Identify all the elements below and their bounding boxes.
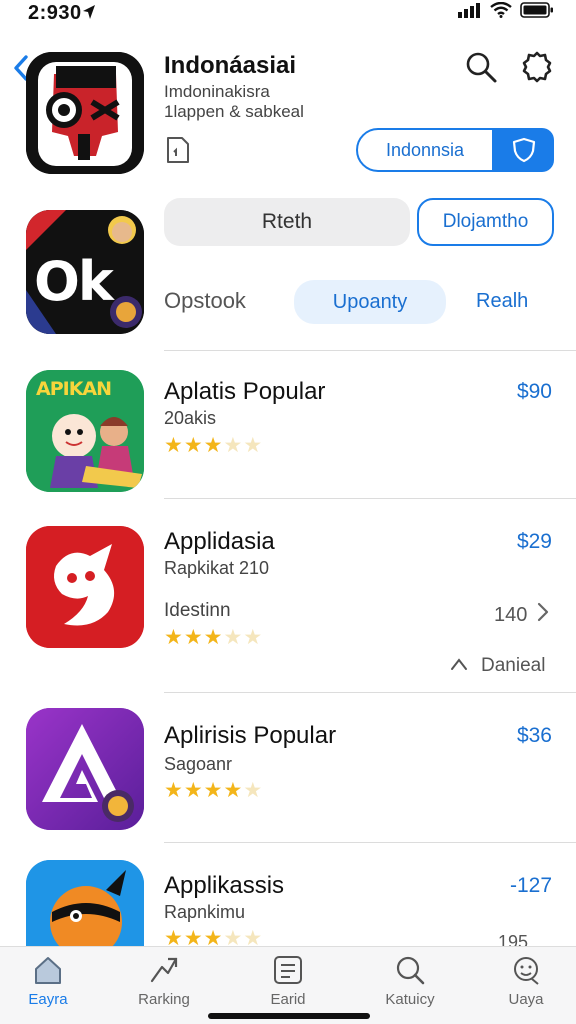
price-button[interactable]: $36 <box>517 724 552 748</box>
search-button[interactable] <box>462 48 500 86</box>
chevron-up-icon <box>450 656 468 677</box>
star-filled-icon: ★ <box>183 434 203 457</box>
app-subtitle: Rapkikat 210 <box>164 558 270 578</box>
search-icon <box>466 52 497 83</box>
app-icon-4[interactable] <box>26 860 144 946</box>
star-empty-icon: ★ <box>243 434 263 457</box>
star-filled-icon: ★ <box>203 434 223 457</box>
gear-icon <box>522 51 552 83</box>
tab-label: Uaya <box>508 991 544 1008</box>
filter-pill-primary[interactable]: Rteth <box>164 198 410 246</box>
star-empty-icon: ★ <box>243 928 263 946</box>
status-time: 2:930 <box>28 2 82 24</box>
price-button[interactable]: $90 <box>517 380 552 404</box>
battery-icon <box>520 2 554 23</box>
star-filled-icon: ★ <box>203 928 223 946</box>
search-icon <box>396 956 425 985</box>
divider <box>164 350 576 351</box>
main-app-icon[interactable] <box>26 52 144 174</box>
app-title[interactable]: Aplirisis Popular <box>164 722 336 750</box>
header-subtitle: Imdoninakisra <box>164 82 270 101</box>
divider <box>164 692 576 693</box>
star-filled-icon: ★ <box>183 928 203 946</box>
star-filled-icon: ★ <box>223 779 243 802</box>
star-rating: ★ ★ ★ ★ ★ <box>164 435 262 456</box>
signal-icon <box>458 2 482 23</box>
star-rating: ★ ★ ★ ★ ★ <box>164 627 262 648</box>
mascot-face-icon <box>26 52 144 174</box>
star-filled-icon: ★ <box>183 626 203 649</box>
app-subtitle: Sagoanr <box>164 754 233 774</box>
star-empty-icon: ★ <box>243 626 263 649</box>
star-rating: ★ ★ ★ ★ ★ <box>164 928 262 946</box>
app-subtitle: 20akis <box>164 408 217 428</box>
app-detail-label: Idestinn <box>164 600 231 621</box>
tab-list[interactable]: Earid <box>240 955 336 1019</box>
profile-icon <box>514 957 539 985</box>
expand-button[interactable]: Danieal <box>481 655 545 677</box>
featured-icon-text: Ok <box>34 250 114 313</box>
shield-icon <box>512 137 536 163</box>
filter-label: Opstook <box>164 288 246 313</box>
app-title[interactable]: Applikassis <box>164 872 284 900</box>
price-button[interactable]: -127 <box>510 874 552 898</box>
app-icon-3[interactable] <box>26 708 144 830</box>
tab-label: Rarking <box>138 991 190 1008</box>
filter-chip-selected[interactable]: Upoanty <box>294 280 446 324</box>
star-empty-icon: ★ <box>223 928 243 946</box>
triangle-logo-icon <box>26 708 144 830</box>
app-icon-1-text: APIKAN <box>36 378 112 400</box>
region-segmented-control: Indonnsia <box>356 128 554 172</box>
tab-ranking[interactable]: Rarking <box>116 955 212 1019</box>
tab-label: Katuicy <box>385 991 435 1008</box>
star-filled-icon: ★ <box>164 434 183 457</box>
app-icon-2[interactable] <box>26 526 144 648</box>
filter-pill-outlined[interactable]: Dlojamtho <box>417 198 554 246</box>
price-button[interactable]: $29 <box>517 530 552 554</box>
filter-chip-link[interactable]: Realh <box>476 290 528 313</box>
divider <box>164 498 576 499</box>
orange-ninja-icon <box>26 860 144 946</box>
tab-home[interactable]: Eayra <box>0 955 96 1019</box>
wifi-icon <box>490 1 512 23</box>
star-filled-icon: ★ <box>203 626 223 649</box>
home-icon <box>35 957 61 984</box>
divider <box>164 842 576 843</box>
star-filled-icon: ★ <box>183 779 203 802</box>
review-count: 140 <box>494 604 528 626</box>
star-filled-icon: ★ <box>164 626 183 649</box>
ranking-icon <box>150 957 178 983</box>
review-count: 195 <box>498 932 529 946</box>
region-button[interactable]: Indonnsia <box>356 128 494 172</box>
ghost-logo-icon <box>26 526 144 648</box>
list-icon <box>274 956 302 984</box>
star-filled-icon: ★ <box>203 779 223 802</box>
status-bar: 2:930 <box>0 0 576 40</box>
tab-label: Eayra <box>28 991 68 1008</box>
shield-button[interactable] <box>494 128 554 172</box>
app-subtitle: Rapnkimu <box>164 902 246 922</box>
document-icon[interactable] <box>164 136 190 164</box>
app-title[interactable]: Aplatis Popular <box>164 378 325 406</box>
app-title[interactable]: Applidasia <box>164 528 275 556</box>
chevron-right-icon[interactable] <box>536 600 550 629</box>
home-indicator <box>208 1013 370 1019</box>
tab-label: Earid <box>270 991 306 1008</box>
star-empty-icon: ★ <box>243 779 263 802</box>
app-icon-1[interactable]: APIKAN <box>26 370 144 492</box>
star-empty-icon: ★ <box>223 626 243 649</box>
settings-button[interactable] <box>518 48 556 86</box>
star-filled-icon: ★ <box>164 779 183 802</box>
star-rating: ★ ★ ★ ★ ★ <box>164 780 262 801</box>
page-title: Indonáasiai <box>164 52 297 79</box>
tab-profile[interactable]: Uaya <box>478 955 574 1019</box>
tab-search[interactable]: Katuicy <box>362 955 458 1019</box>
location-arrow-icon <box>82 4 96 25</box>
header-subtitle-secondary: 1lappen & sabkeal <box>164 102 304 121</box>
featured-app-icon[interactable]: Ok <box>26 210 144 334</box>
star-empty-icon: ★ <box>223 434 243 457</box>
star-filled-icon: ★ <box>164 928 183 946</box>
